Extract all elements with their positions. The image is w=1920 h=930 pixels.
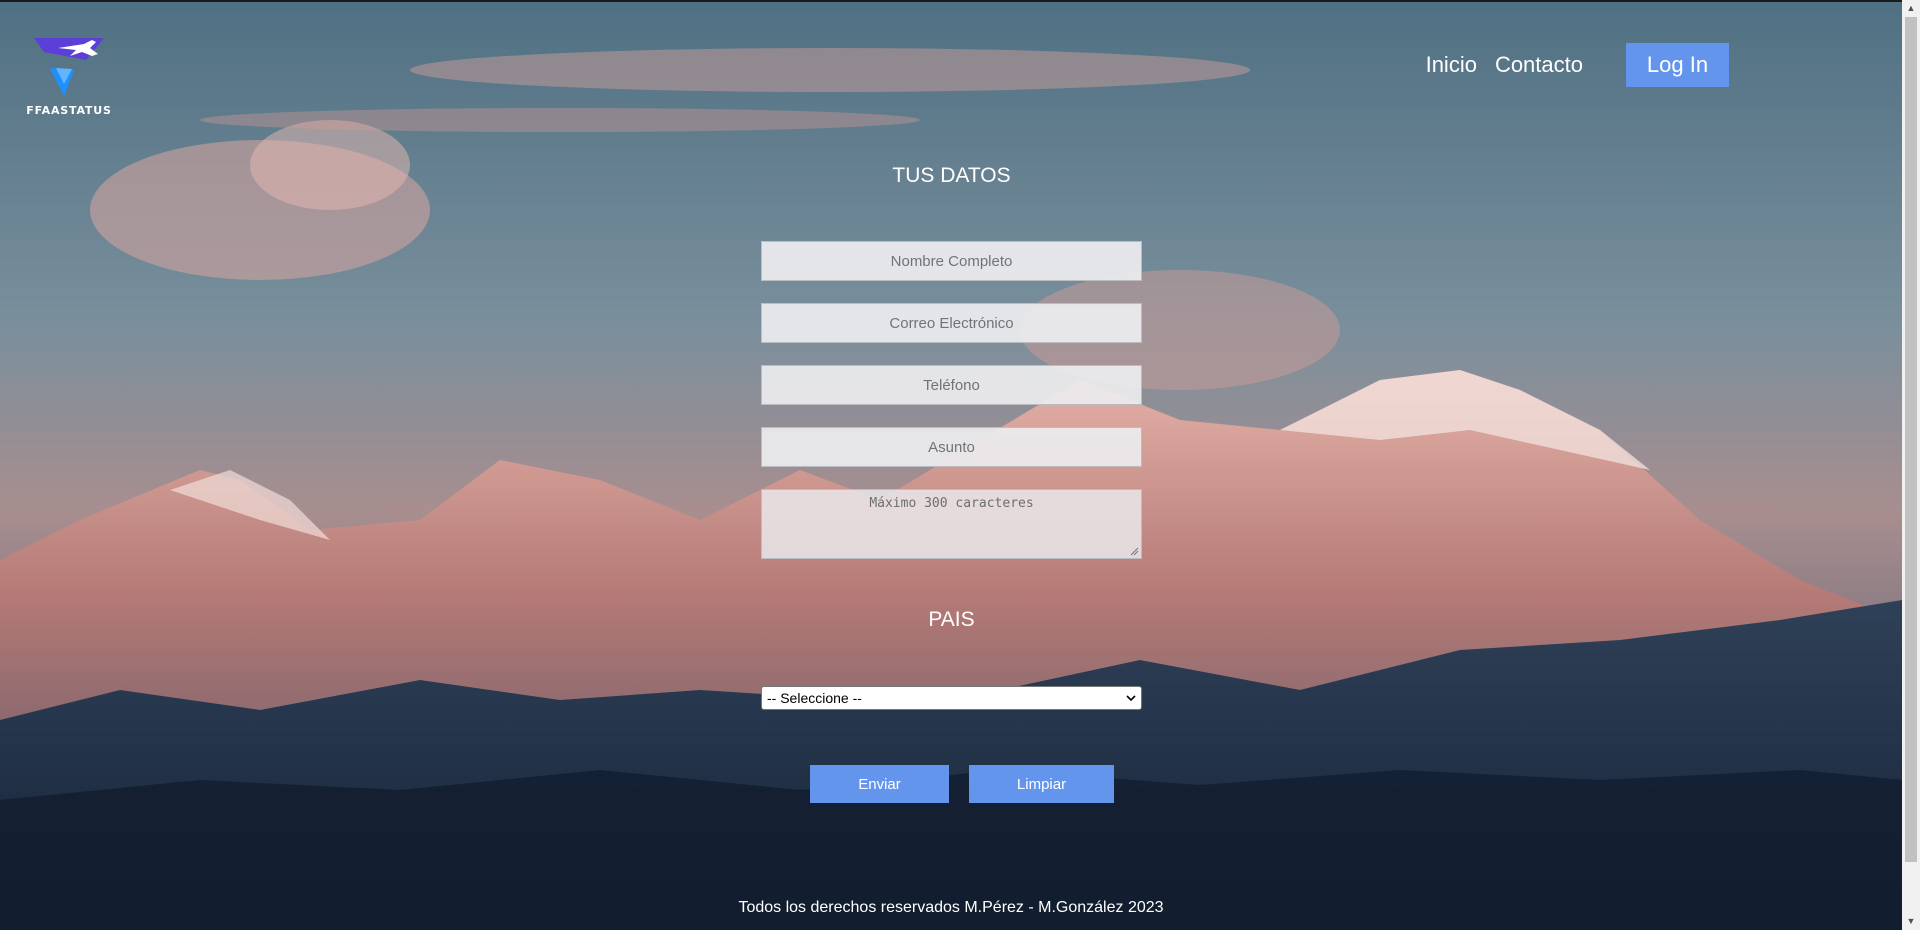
scrollbar-thumb[interactable] <box>1905 17 1917 862</box>
submit-button[interactable]: Enviar <box>810 765 949 803</box>
scroll-down-arrow-icon[interactable]: ▼ <box>1902 913 1920 930</box>
form-title: TUS DATOS <box>892 164 1011 187</box>
subject-input[interactable]: Asunto <box>761 427 1142 467</box>
nav-link-inicio[interactable]: Inicio <box>1426 52 1477 78</box>
message-textarea[interactable]: Máximo 300 caracteres <box>761 489 1142 559</box>
phone-input[interactable]: Teléfono <box>761 365 1142 405</box>
country-title: PAIS <box>928 608 975 631</box>
chevron-down-icon <box>1126 695 1136 701</box>
message-placeholder: Máximo 300 caracteres <box>869 496 1034 511</box>
country-selected-value: -- Seleccione -- <box>767 690 862 706</box>
email-input[interactable]: Correo Electrónico <box>761 303 1142 343</box>
reset-button[interactable]: Limpiar <box>969 765 1114 803</box>
top-navigation: Inicio Contacto Log In <box>1426 43 1729 87</box>
logo-text: FFAASTATUS <box>26 104 112 117</box>
contact-form: Nombre Completo Correo Electrónico Teléf… <box>761 241 1142 559</box>
scroll-up-arrow-icon[interactable]: ▲ <box>1902 0 1920 17</box>
vertical-scrollbar[interactable]: ▲ ▼ <box>1902 0 1920 930</box>
resize-grip-icon[interactable] <box>1129 546 1139 556</box>
jet-plane-logo-icon <box>34 38 104 96</box>
nav-link-contacto[interactable]: Contacto <box>1495 52 1583 78</box>
window-top-border <box>0 0 1920 2</box>
full-name-input[interactable]: Nombre Completo <box>761 241 1142 281</box>
country-field: -- Seleccione -- <box>761 686 1142 710</box>
country-select[interactable]: -- Seleccione -- <box>761 686 1142 710</box>
footer-copyright: Todos los derechos reservados M.Pérez - … <box>738 899 1164 916</box>
login-button[interactable]: Log In <box>1626 43 1729 87</box>
site-logo[interactable]: FFAASTATUS <box>26 34 112 118</box>
